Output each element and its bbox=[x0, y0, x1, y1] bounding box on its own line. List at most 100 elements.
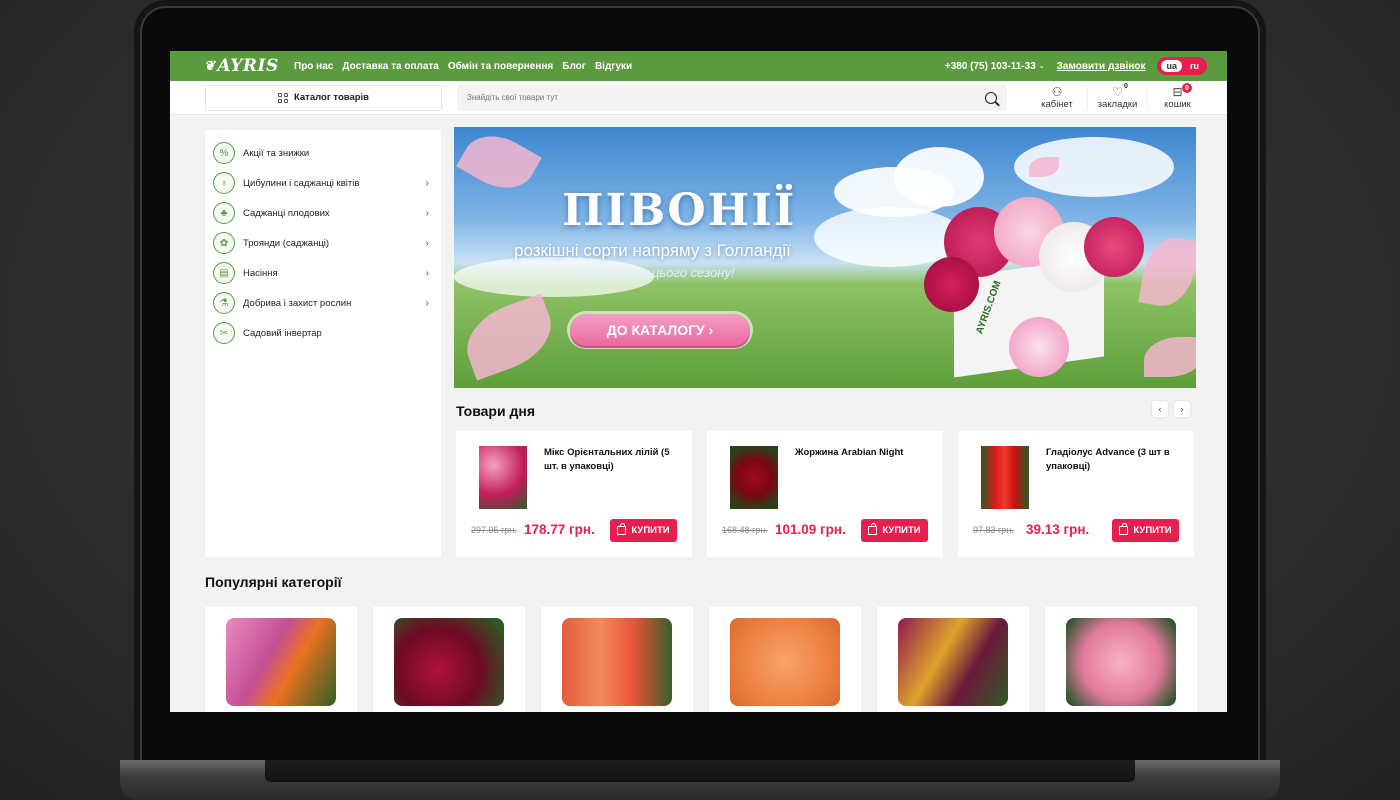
banner-subtitle-2: цвітіння вже цього сезону! bbox=[570, 265, 735, 280]
heart-icon: ♡ bbox=[1112, 85, 1123, 99]
deals-list: Мікс Орієнтальних лілій (5 шт. в упаковц… bbox=[456, 431, 1194, 557]
buy-button[interactable]: КУПИТИ bbox=[861, 519, 928, 542]
category-card[interactable] bbox=[205, 607, 357, 712]
cart-count: 0 bbox=[1182, 83, 1192, 93]
category-image-begonias[interactable] bbox=[1066, 618, 1176, 706]
banner-catalog-button[interactable]: ДО КАТАЛОГУ › bbox=[570, 314, 750, 346]
product-image-lilies[interactable] bbox=[479, 446, 527, 509]
product-old-price: 97.83 грн. bbox=[973, 525, 1014, 535]
product-old-price: 297.95 грн. bbox=[471, 525, 517, 535]
header-icons: ⚇ кабінет ♡ 0 закладки ⊟ 0 кошик bbox=[1027, 83, 1207, 110]
nav-reviews[interactable]: Відгуки bbox=[595, 61, 632, 72]
catalog-button[interactable]: Каталог товарів bbox=[205, 84, 442, 111]
buy-button[interactable]: КУПИТИ bbox=[1112, 519, 1179, 542]
sidebar-item-seeds[interactable]: ▤ Насіння › bbox=[205, 258, 441, 288]
fertilizer-icon: ⚗ bbox=[213, 292, 235, 314]
search-icon[interactable] bbox=[985, 91, 997, 104]
category-card[interactable] bbox=[373, 607, 525, 712]
nav-blog[interactable]: Блог bbox=[562, 61, 586, 72]
nav-about[interactable]: Про нас bbox=[294, 61, 333, 72]
search-bar bbox=[457, 84, 1007, 111]
product-name[interactable]: Жоржина Arabian Night bbox=[795, 446, 930, 460]
cart-button[interactable]: ⊟ 0 кошик bbox=[1147, 83, 1207, 110]
sidebar-item-label: Добрива і захист рослин bbox=[243, 297, 352, 309]
petal bbox=[456, 127, 542, 202]
sidebar-item-roses[interactable]: ✿ Троянди (саджанці) › bbox=[205, 228, 441, 258]
phone-number: +380 (75) 103-11-33 bbox=[944, 60, 1036, 72]
product-image-gladiolus[interactable] bbox=[981, 446, 1029, 509]
prev-arrow-button[interactable]: ‹ bbox=[1152, 401, 1168, 417]
category-card[interactable] bbox=[541, 607, 693, 712]
sidebar-item-label: Насіння bbox=[243, 267, 278, 279]
peony bbox=[1084, 217, 1144, 277]
seed-pack-icon: ▤ bbox=[213, 262, 235, 284]
header: Каталог товарів ⚇ кабінет ♡ 0 закладки ⊟… bbox=[170, 81, 1227, 115]
product-name[interactable]: Мікс Орієнтальних лілій (5 шт. в упаковц… bbox=[544, 446, 679, 474]
popular-categories-title: Популярні категорії bbox=[205, 574, 342, 590]
popular-categories-list bbox=[205, 607, 1197, 712]
sidebar-item-bulbs[interactable]: ♁ Цибулини і саджанці квітів › bbox=[205, 168, 441, 198]
shopping-bag-icon bbox=[868, 523, 878, 535]
product-card[interactable]: Жоржина Arabian Night 168.48 грн. 101.09… bbox=[707, 431, 943, 557]
category-image-peonies[interactable] bbox=[394, 618, 504, 706]
product-price: 39.13 грн. bbox=[1026, 522, 1090, 537]
sidebar-item-label: Троянди (саджанці) bbox=[243, 237, 330, 249]
product-card[interactable]: Гладіолус Advance (3 шт в упаковці) 97.8… bbox=[958, 431, 1194, 557]
sidebar-item-garden-tools[interactable]: ✂ Садовий інвертар bbox=[205, 318, 441, 348]
sidebar-item-label: Цибулини і саджанці квітів bbox=[243, 177, 360, 189]
petal bbox=[456, 293, 562, 381]
user-icon: ⚇ bbox=[1051, 85, 1063, 99]
product-price: 178.77 грн. bbox=[524, 522, 595, 537]
petal bbox=[1138, 233, 1196, 311]
nav-returns[interactable]: Обмін та повернення bbox=[448, 61, 553, 72]
logo-text: AYRIS bbox=[217, 56, 279, 76]
buy-button[interactable]: КУПИТИ bbox=[610, 519, 677, 542]
lang-ua[interactable]: ua bbox=[1161, 60, 1182, 72]
chevron-right-icon: › bbox=[425, 267, 429, 279]
chevron-right-icon: › bbox=[425, 177, 429, 189]
laptop-notch bbox=[265, 760, 1135, 782]
percent-icon: % bbox=[213, 142, 235, 164]
banner-title: ПІВОНІЇ bbox=[562, 185, 797, 236]
browser-screen: ❦ AYRIS Про нас Доставка та оплата Обмін … bbox=[170, 51, 1227, 712]
category-image-lilies[interactable] bbox=[226, 618, 336, 706]
peony bbox=[924, 257, 979, 312]
sidebar-item-sales[interactable]: % Акції та знижки bbox=[205, 138, 441, 168]
product-price: 101.09 грн. bbox=[775, 522, 846, 537]
hero-banner[interactable]: AYRIS.COM ПІВОНІЇ розкішні сорти напряму… bbox=[454, 127, 1196, 388]
category-image-callas[interactable] bbox=[898, 618, 1008, 706]
category-card[interactable] bbox=[877, 607, 1029, 712]
top-right: +380 (75) 103-11-33 ⌄ Замовити дзвінок ua… bbox=[945, 57, 1207, 75]
deals-title: Товари дня bbox=[456, 403, 535, 419]
category-image-gladiolus[interactable] bbox=[562, 618, 672, 706]
bookmarks-button[interactable]: ♡ 0 закладки bbox=[1087, 83, 1147, 110]
nav-delivery[interactable]: Доставка та оплата bbox=[342, 61, 439, 72]
shopping-bag-icon bbox=[1119, 523, 1129, 535]
buy-label: КУПИТИ bbox=[1133, 525, 1172, 536]
deals-arrows: ‹ › bbox=[1152, 401, 1190, 417]
sidebar-item-fruit-saplings[interactable]: ♣ Саджанці плодових › bbox=[205, 198, 441, 228]
cabinet-label: кабінет bbox=[1041, 99, 1073, 110]
search-input[interactable] bbox=[467, 93, 985, 102]
petal bbox=[1144, 337, 1196, 377]
next-arrow-button[interactable]: › bbox=[1174, 401, 1190, 417]
category-card[interactable] bbox=[1045, 607, 1197, 712]
peony bbox=[1009, 317, 1069, 377]
logo[interactable]: ❦ AYRIS bbox=[204, 56, 294, 76]
sidebar-item-label: Саджанці плодових bbox=[243, 207, 330, 219]
sidebar-item-fertilizers[interactable]: ⚗ Добрива і захист рослин › bbox=[205, 288, 441, 318]
product-card[interactable]: Мікс Орієнтальних лілій (5 шт. в упаковц… bbox=[456, 431, 692, 557]
category-card[interactable] bbox=[709, 607, 861, 712]
product-old-price: 168.48 грн. bbox=[722, 525, 768, 535]
product-image-dahlia[interactable] bbox=[730, 446, 778, 509]
product-name[interactable]: Гладіолус Advance (3 шт в упаковці) bbox=[1046, 446, 1181, 474]
phone-dropdown[interactable]: +380 (75) 103-11-33 ⌄ bbox=[945, 61, 1045, 72]
shopping-bag-icon bbox=[617, 523, 627, 535]
lang-ru[interactable]: ru bbox=[1186, 61, 1203, 71]
callback-link[interactable]: Замовити дзвінок bbox=[1057, 61, 1146, 72]
cabinet-button[interactable]: ⚇ кабінет bbox=[1027, 85, 1087, 110]
buy-label: КУПИТИ bbox=[631, 525, 670, 536]
category-image-dahlias[interactable] bbox=[730, 618, 840, 706]
banner-subtitle: розкішні сорти напряму з Голландії bbox=[514, 241, 791, 260]
language-switch: ua ru bbox=[1157, 57, 1207, 75]
